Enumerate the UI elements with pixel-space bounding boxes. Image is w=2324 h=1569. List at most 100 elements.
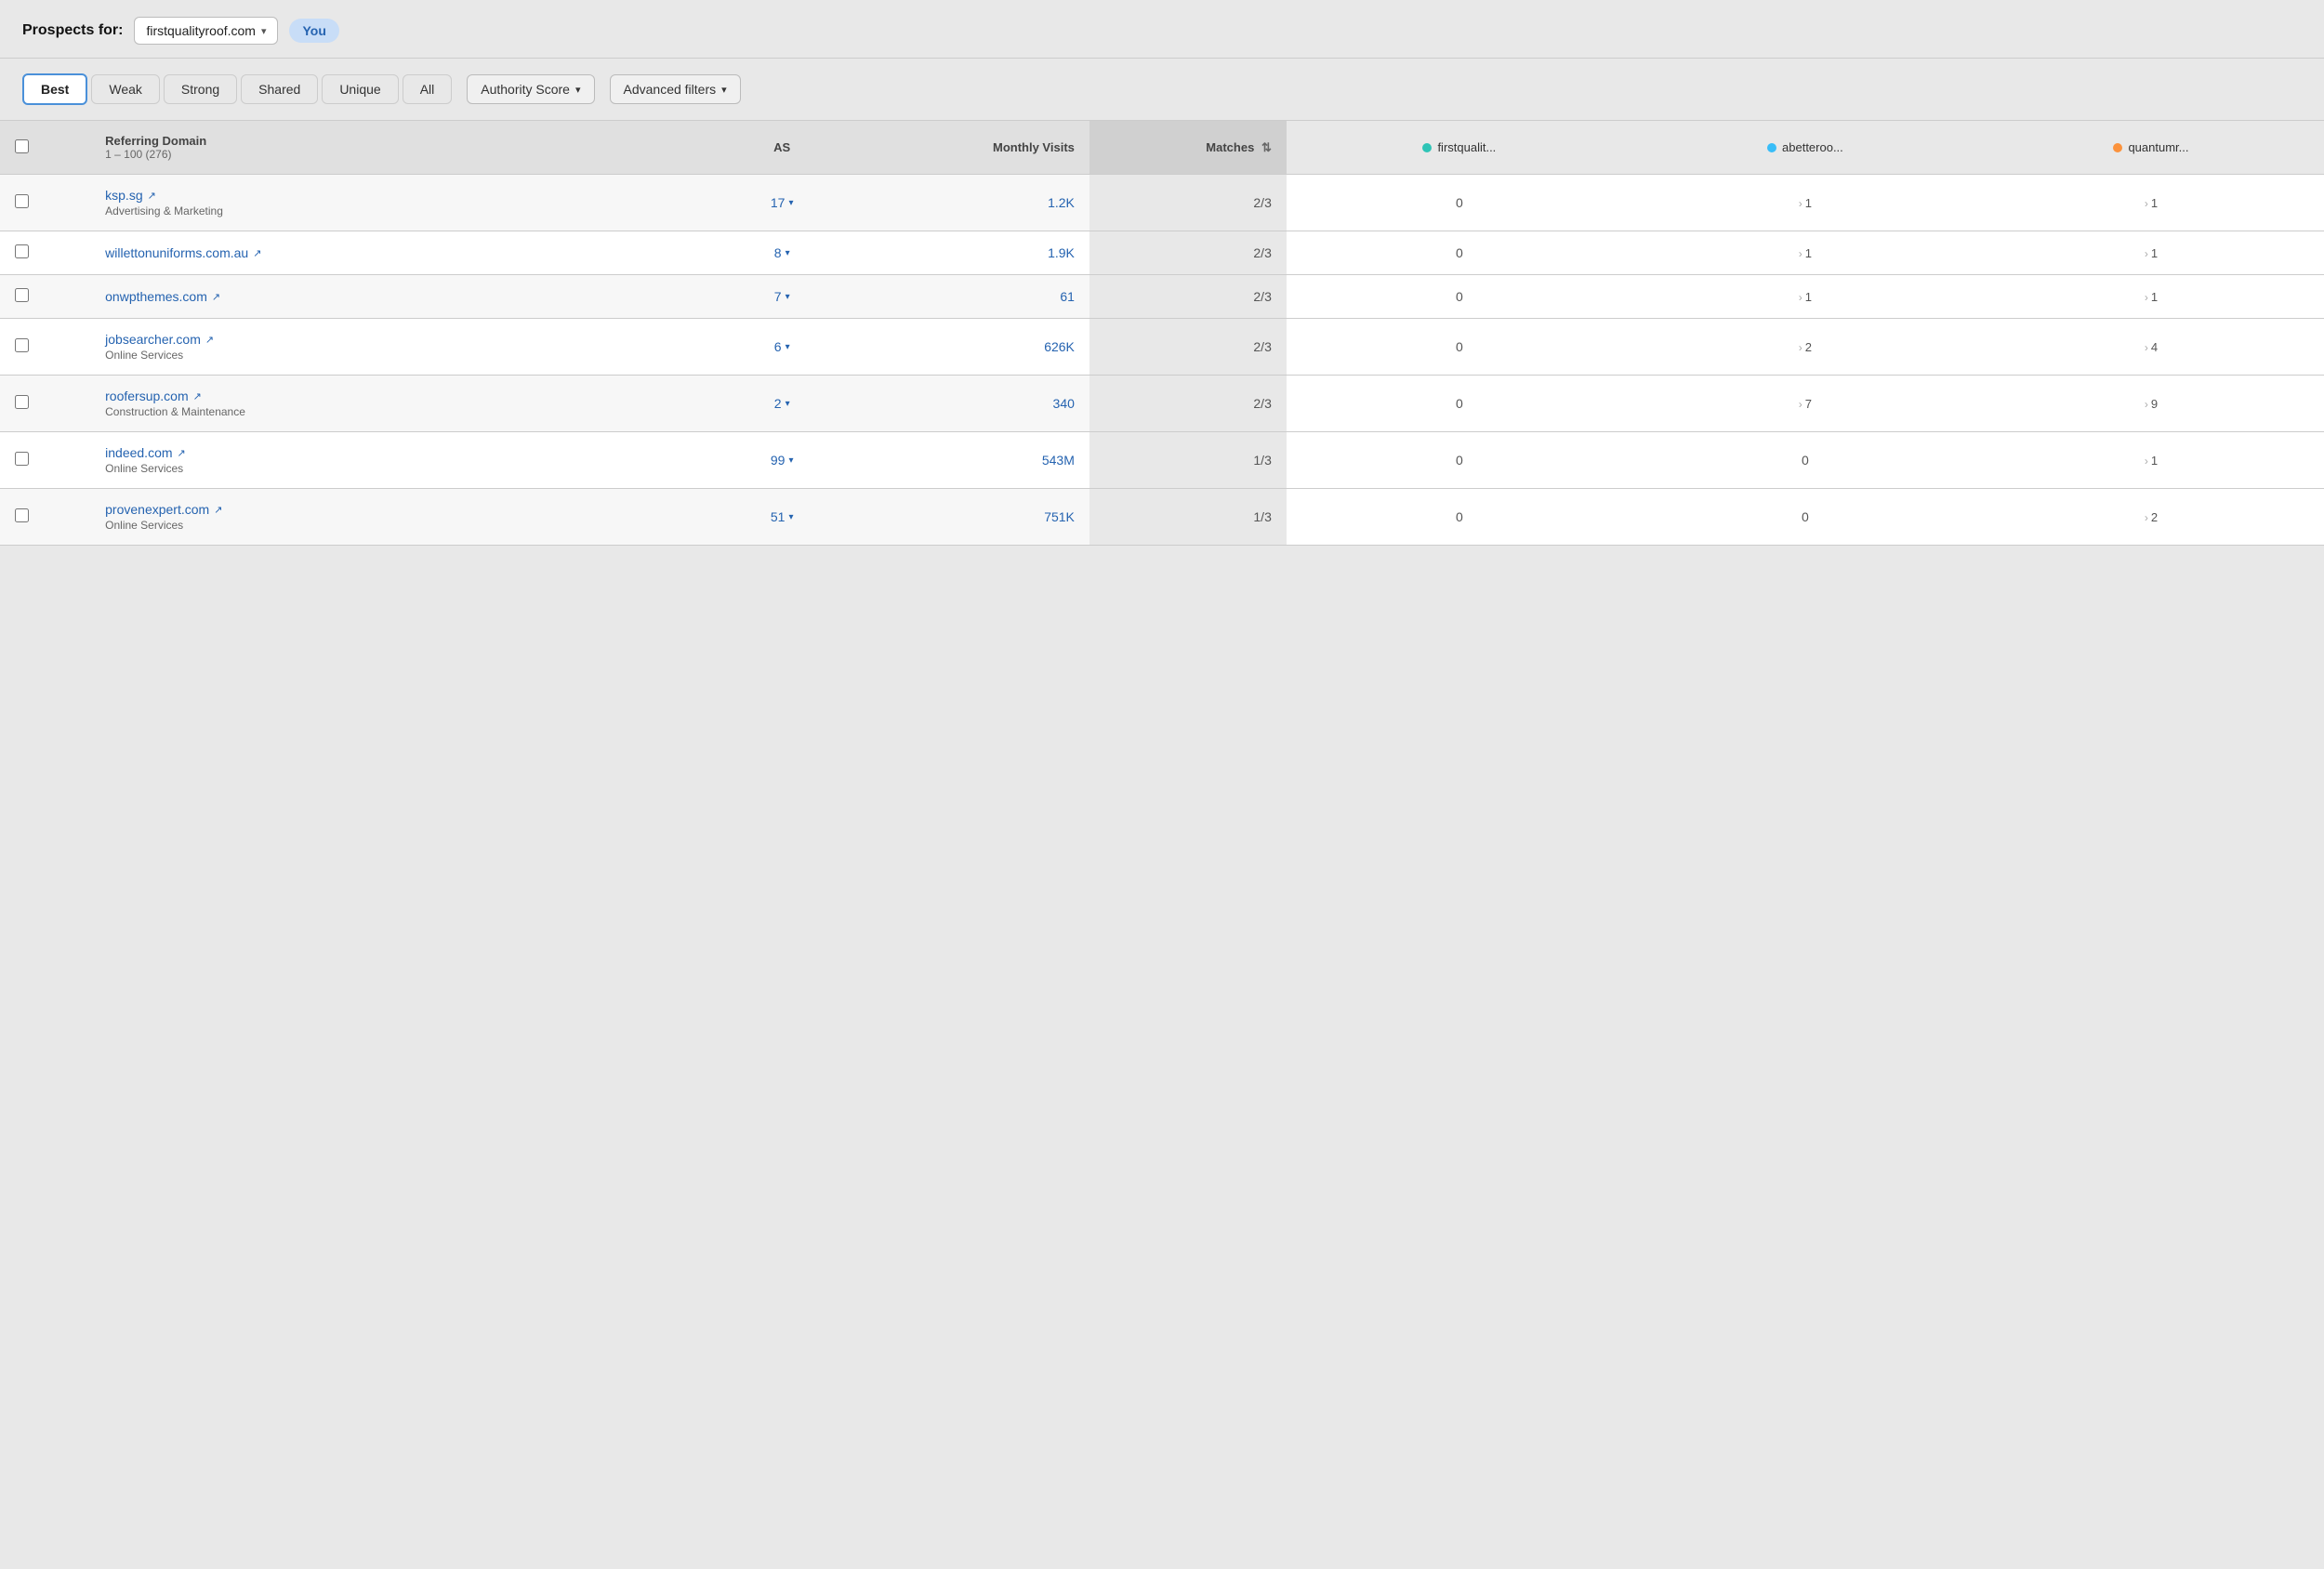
domain-range: 1 – 100 (276) xyxy=(105,148,690,161)
domain-cell: roofersup.com ↗ Construction & Maintenan… xyxy=(90,376,705,432)
domain-link[interactable]: onwpthemes.com ↗ xyxy=(105,289,220,304)
advanced-filters-dropdown[interactable]: Advanced filters ▾ xyxy=(610,74,741,104)
site-cell: ›1 xyxy=(1978,231,2324,275)
row-checkbox[interactable] xyxy=(15,452,29,466)
chevron-down-icon: ▾ xyxy=(786,248,790,258)
domain-link[interactable]: willettonuniforms.com.au ↗ xyxy=(105,245,261,260)
monthly-visits-header: Monthly Visits xyxy=(859,121,1089,175)
table-row: jobsearcher.com ↗ Online Services 6 ▾ 62… xyxy=(0,319,2324,376)
row-checkbox-cell xyxy=(0,231,90,275)
row-checkbox[interactable] xyxy=(15,194,29,208)
visits-value: 1.2K xyxy=(1048,195,1075,210)
domain-link[interactable]: jobsearcher.com ↗ xyxy=(105,332,214,347)
arrow-icon: › xyxy=(2145,341,2148,354)
site-cell: ›4 xyxy=(1978,319,2324,376)
arrow-icon: › xyxy=(1799,341,1802,354)
zero-value: 0 xyxy=(1456,453,1463,468)
row-checkbox[interactable] xyxy=(15,338,29,352)
link-count: 4 xyxy=(2151,340,2158,354)
arrow-value: ›2 xyxy=(2145,510,2158,524)
select-all-checkbox[interactable] xyxy=(15,139,29,153)
zero-value: 0 xyxy=(1456,245,1463,260)
matches-header: Matches ⇅ xyxy=(1089,121,1287,175)
domain-link[interactable]: indeed.com ↗ xyxy=(105,445,186,460)
category-label: Construction & Maintenance xyxy=(105,405,690,418)
domain-dropdown[interactable]: firstqualityroof.com ▾ xyxy=(134,17,278,45)
arrow-icon: › xyxy=(1799,398,1802,411)
row-checkbox[interactable] xyxy=(15,508,29,522)
chevron-down-icon: ▾ xyxy=(786,399,790,409)
arrow-icon: › xyxy=(2145,291,2148,304)
site3-dot xyxy=(2113,143,2122,152)
as-value: 2 xyxy=(774,396,782,411)
site1-label: firstqualit... xyxy=(1437,140,1496,154)
arrow-value: ›1 xyxy=(2145,246,2158,260)
domain-cell: ksp.sg ↗ Advertising & Marketing xyxy=(90,175,705,231)
external-link-icon: ↗ xyxy=(193,390,202,402)
site-cell: ›1 xyxy=(1978,432,2324,489)
category-label: Online Services xyxy=(105,462,690,475)
table-row: roofersup.com ↗ Construction & Maintenan… xyxy=(0,376,2324,432)
tab-shared[interactable]: Shared xyxy=(241,74,318,104)
you-badge: You xyxy=(289,19,338,43)
row-checkbox[interactable] xyxy=(15,288,29,302)
site2-label: abetteroo... xyxy=(1782,140,1843,154)
sort-icon[interactable]: ⇅ xyxy=(1261,140,1272,155)
zero-value: 0 xyxy=(1456,396,1463,411)
advanced-filters-label: Advanced filters xyxy=(624,82,717,97)
link-count: 2 xyxy=(2151,510,2158,524)
site-cell: 0 xyxy=(1287,432,1632,489)
tab-unique[interactable]: Unique xyxy=(322,74,398,104)
site-cell: 0 xyxy=(1632,432,1978,489)
external-link-icon: ↗ xyxy=(205,334,214,346)
arrow-value: ›1 xyxy=(2145,196,2158,210)
as-cell: 8 ▾ xyxy=(706,231,859,275)
matches-value: 2/3 xyxy=(1253,339,1271,354)
header: Prospects for: firstqualityroof.com ▾ Yo… xyxy=(0,0,2324,59)
zero-value: 0 xyxy=(1456,195,1463,210)
monthly-visits-cell: 1.2K xyxy=(859,175,1089,231)
prospects-label: Prospects for: xyxy=(22,22,123,39)
chevron-down-icon: ▾ xyxy=(575,84,581,96)
monthly-visits-cell: 340 xyxy=(859,376,1089,432)
matches-value: 2/3 xyxy=(1253,396,1271,411)
tab-all[interactable]: All xyxy=(403,74,453,104)
row-checkbox-cell xyxy=(0,432,90,489)
table-row: onwpthemes.com ↗ 7 ▾ 61 2/3 0›1›1 xyxy=(0,275,2324,319)
domain-link[interactable]: ksp.sg ↗ xyxy=(105,188,156,203)
arrow-icon: › xyxy=(2145,511,2148,524)
site-cell: 0 xyxy=(1287,319,1632,376)
matches-cell: 2/3 xyxy=(1089,319,1287,376)
link-count: 1 xyxy=(2151,454,2158,468)
as-value: 8 xyxy=(774,245,782,260)
row-checkbox-cell xyxy=(0,376,90,432)
monthly-visits-cell: 543M xyxy=(859,432,1089,489)
as-cell: 6 ▾ xyxy=(706,319,859,376)
site1-header: firstqualit... xyxy=(1287,121,1632,175)
arrow-icon: › xyxy=(1799,197,1802,210)
authority-score-dropdown[interactable]: Authority Score ▾ xyxy=(467,74,594,104)
tab-best[interactable]: Best xyxy=(22,73,87,105)
chevron-down-icon: ▾ xyxy=(261,25,267,37)
chevron-down-icon: ▾ xyxy=(788,512,793,522)
row-checkbox[interactable] xyxy=(15,395,29,409)
site3-header: quantumr... xyxy=(1978,121,2324,175)
tab-strong[interactable]: Strong xyxy=(164,74,237,104)
link-count: 1 xyxy=(2151,290,2158,304)
as-cell: 7 ▾ xyxy=(706,275,859,319)
table-wrapper: Referring Domain 1 – 100 (276) AS Monthl… xyxy=(0,121,2324,546)
row-checkbox-cell xyxy=(0,275,90,319)
site-cell: 0 xyxy=(1632,489,1978,546)
chevron-down-icon: ▾ xyxy=(786,292,790,302)
matches-value: 2/3 xyxy=(1253,245,1271,260)
domain-link[interactable]: provenexpert.com ↗ xyxy=(105,502,222,517)
domain-link[interactable]: roofersup.com ↗ xyxy=(105,389,202,403)
tab-weak[interactable]: Weak xyxy=(91,74,160,104)
external-link-icon: ↗ xyxy=(148,190,156,202)
as-cell: 17 ▾ xyxy=(706,175,859,231)
visits-value: 543M xyxy=(1042,453,1075,468)
row-checkbox[interactable] xyxy=(15,244,29,258)
domain-cell: provenexpert.com ↗ Online Services xyxy=(90,489,705,546)
matches-cell: 2/3 xyxy=(1089,231,1287,275)
matches-cell: 2/3 xyxy=(1089,175,1287,231)
